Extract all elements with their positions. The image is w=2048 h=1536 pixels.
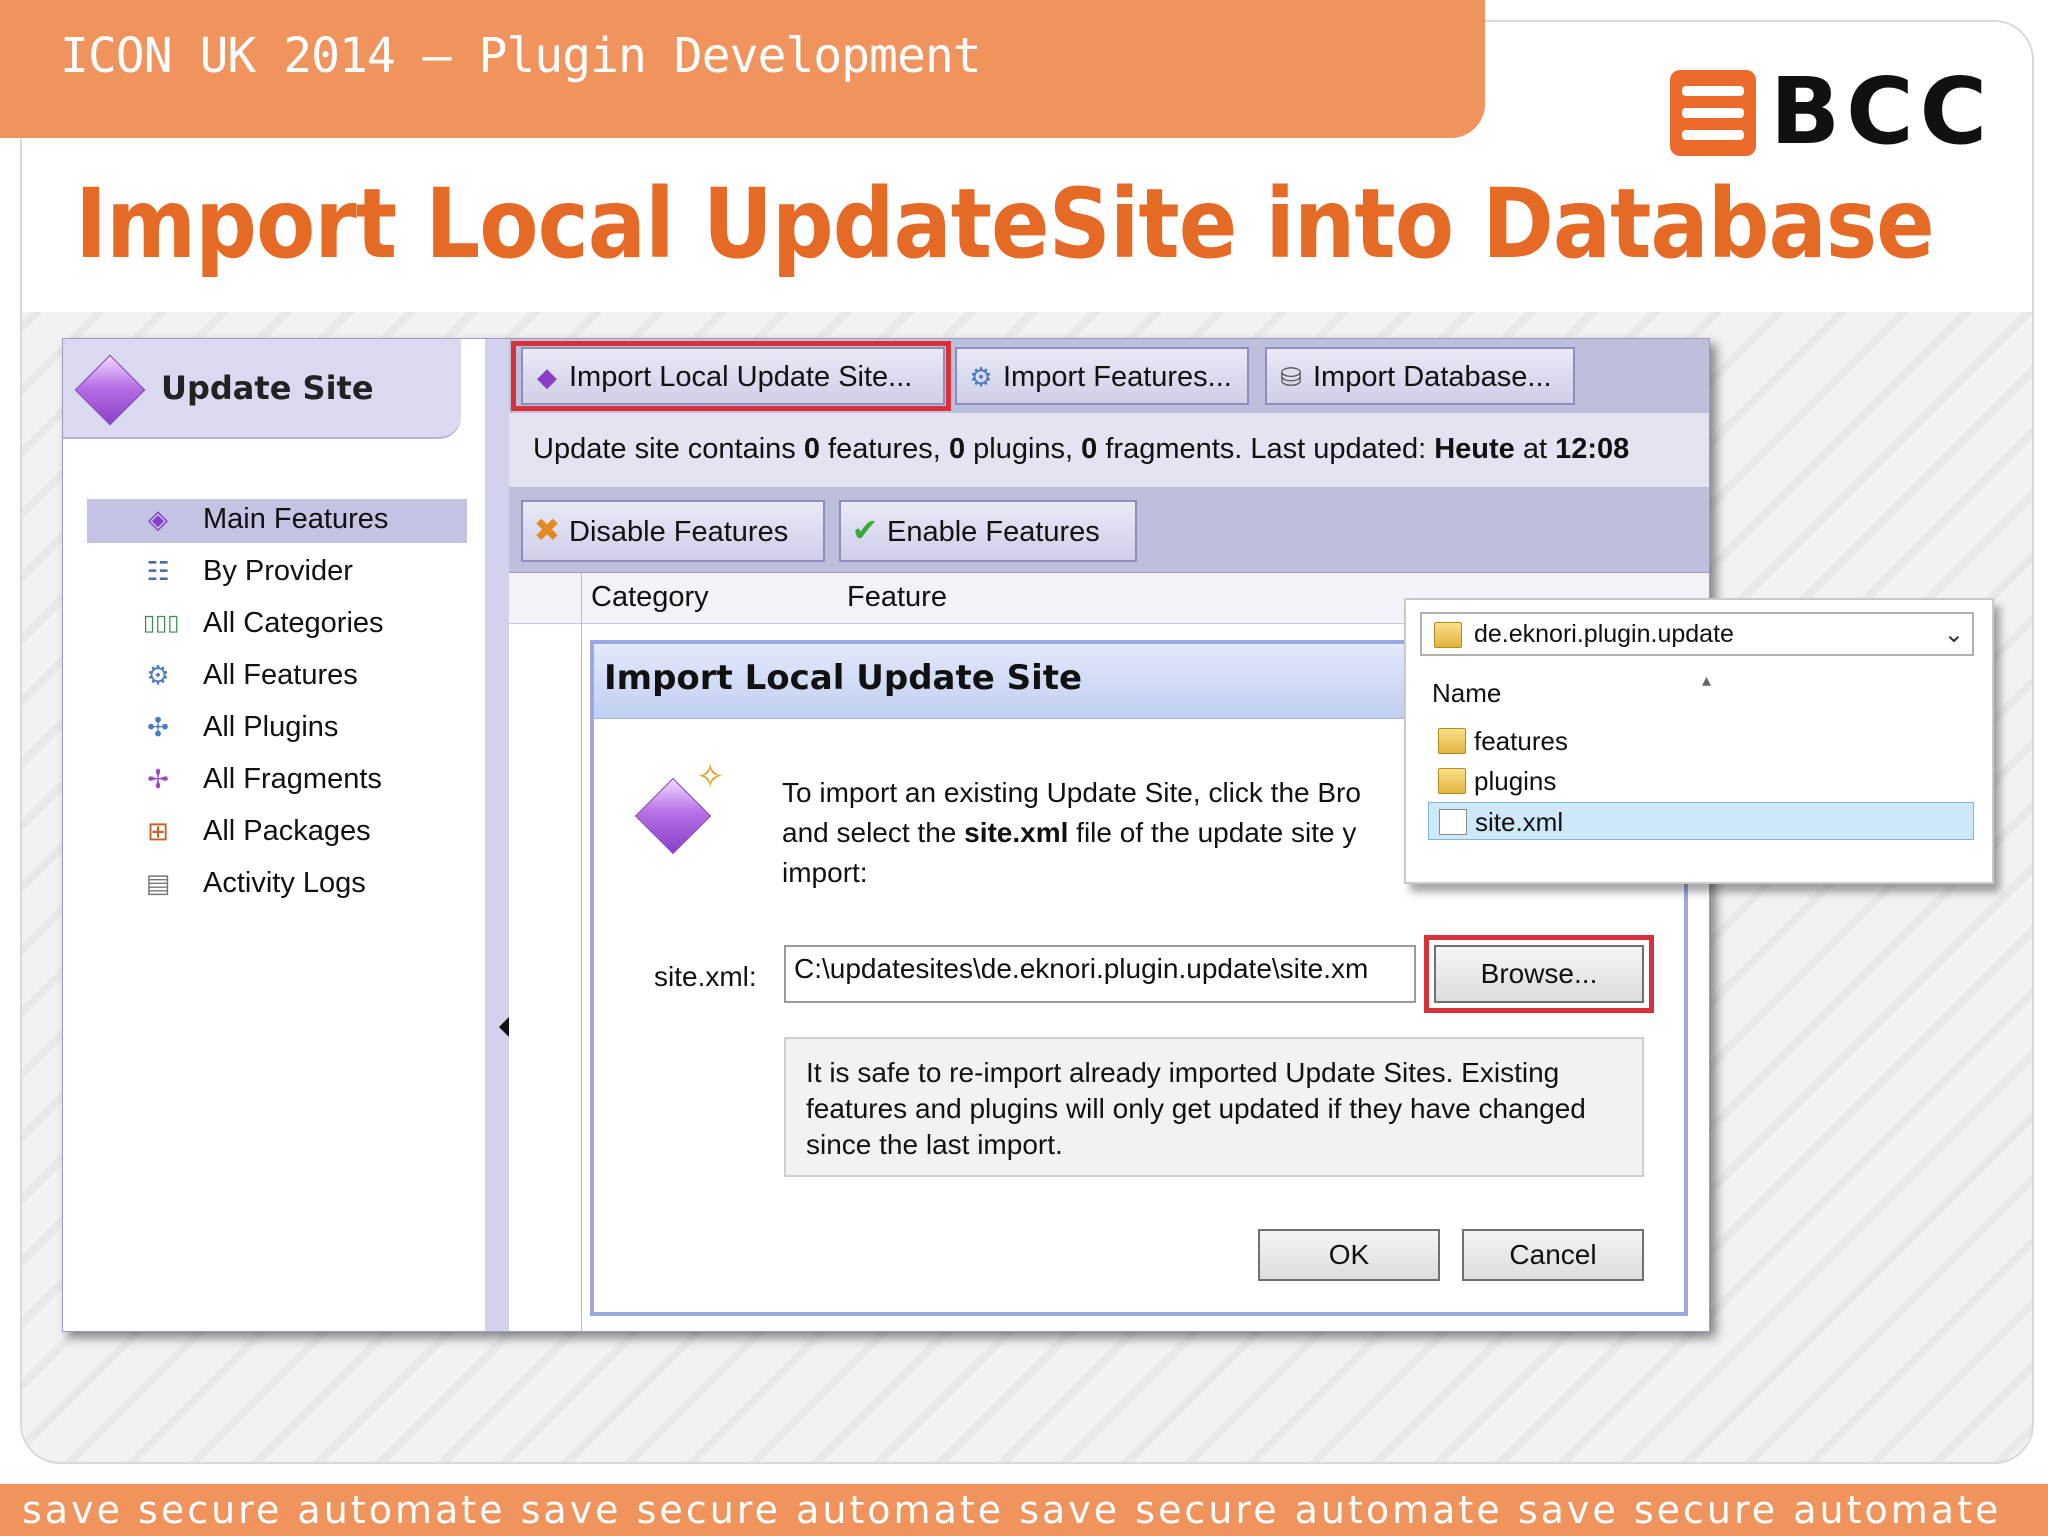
ok-button[interactable]: OK [1258,1229,1440,1281]
folder-icon [1438,768,1466,794]
import-features-button[interactable]: ⚙ Import Features... [955,347,1249,405]
slide: ICON UK 2014 – Plugin Development BCC Im… [0,0,2048,1536]
info-box: It is safe to re-import already imported… [784,1037,1644,1177]
file-row-plugins[interactable]: plugins [1428,762,1974,800]
import-database-button[interactable]: ⛁ Import Database... [1265,347,1575,405]
nav-item-all-fragments[interactable]: ✢ All Fragments [87,759,467,803]
enable-features-button[interactable]: ✔ Enable Features [839,500,1137,562]
highlight-browse [1424,935,1654,1013]
main-features-icon: ◈ [148,505,168,535]
logo-text: BCC [1770,58,1994,165]
update-site-diamond-icon [74,354,146,426]
import-features-icon: ⚙ [969,362,993,392]
left-panel-header: Update Site [63,339,461,439]
site-xml-label: site.xml: [654,961,757,992]
disable-features-button[interactable]: ✖ Disable Features [521,500,825,562]
left-panel: Update Site ◈ Main Features ☷ By Provide… [63,339,509,1331]
slide-title: Import Local UpdateSite into Database [75,168,1935,280]
folder-icon [1434,622,1462,648]
header-bar: ICON UK 2014 – Plugin Development [0,0,1485,138]
status-text: Update site contains 0 features, 0 plugi… [533,433,1630,465]
nav-item-activity-logs[interactable]: ▤ Activity Logs [87,863,467,907]
sort-ascending-icon: ▴ [1702,670,1712,691]
disable-x-icon: ✖ [533,512,561,548]
plugins-icon: ✣ [147,713,169,743]
log-document-icon: ▤ [145,869,171,899]
name-column-header[interactable]: Name [1432,678,1501,709]
info-text: It is safe to re-import already imported… [806,1057,1586,1160]
file-row-site-xml[interactable]: site.xml [1428,802,1974,840]
import-toolbar: ◆ Import Local Update Site... ⚙ Import F… [509,339,1709,414]
nav-item-all-packages[interactable]: ⊞ All Packages [87,811,467,855]
feature-actions-toolbar: ✖ Disable Features ✔ Enable Features [509,488,1709,573]
categories-icon: ▯▯▯ [143,611,180,636]
file-browser-popup: de.eknori.plugin.update ⌄ Name ▴ feature… [1404,598,1994,884]
packages-icon: ⊞ [147,817,169,847]
provider-tree-icon: ☷ [146,557,170,587]
chevron-down-icon: ⌄ [1943,620,1964,648]
nav-item-all-categories[interactable]: ▯▯▯ All Categories [87,603,467,647]
nav-item-by-provider[interactable]: ☷ By Provider [87,551,467,595]
site-xml-path-input[interactable]: C:\updatesites\de.eknori.plugin.update\s… [784,945,1416,1003]
enable-check-icon: ✔ [851,512,879,548]
nav-item-all-features[interactable]: ⚙ All Features [87,655,467,699]
highlight-import-local [511,341,951,411]
cancel-button[interactable]: Cancel [1462,1229,1644,1281]
column-category[interactable]: Category [591,581,709,614]
header-title: ICON UK 2014 – Plugin Development [60,28,982,84]
nav-item-main-features[interactable]: ◈ Main Features [87,499,467,543]
footer-bar: save secure automate save secure automat… [0,1484,2048,1536]
dialog-description: To import an existing Update Site, click… [782,777,1361,888]
features-icon: ⚙ [146,661,170,691]
xml-file-icon [1439,809,1467,835]
status-line: Update site contains 0 features, 0 plugi… [509,413,1709,488]
import-database-icon: ⛁ [1280,362,1302,392]
sparkle-icon: ✧ [696,757,725,797]
left-panel-title: Update Site [161,369,374,407]
bcc-logo: BCC [1670,58,2000,165]
bcc-logo-mark-icon [1670,70,1756,156]
folder-icon [1438,728,1466,754]
footer-tagline: save secure automate save secure automat… [22,1488,2002,1532]
dialog-title: Import Local Update Site [604,658,1083,698]
nav-item-all-plugins[interactable]: ✣ All Plugins [87,707,467,751]
column-feature[interactable]: Feature [847,581,947,614]
file-row-features[interactable]: features [1428,722,1974,760]
folder-path-dropdown[interactable]: de.eknori.plugin.update ⌄ [1420,612,1974,656]
fragments-icon: ✢ [147,765,169,795]
